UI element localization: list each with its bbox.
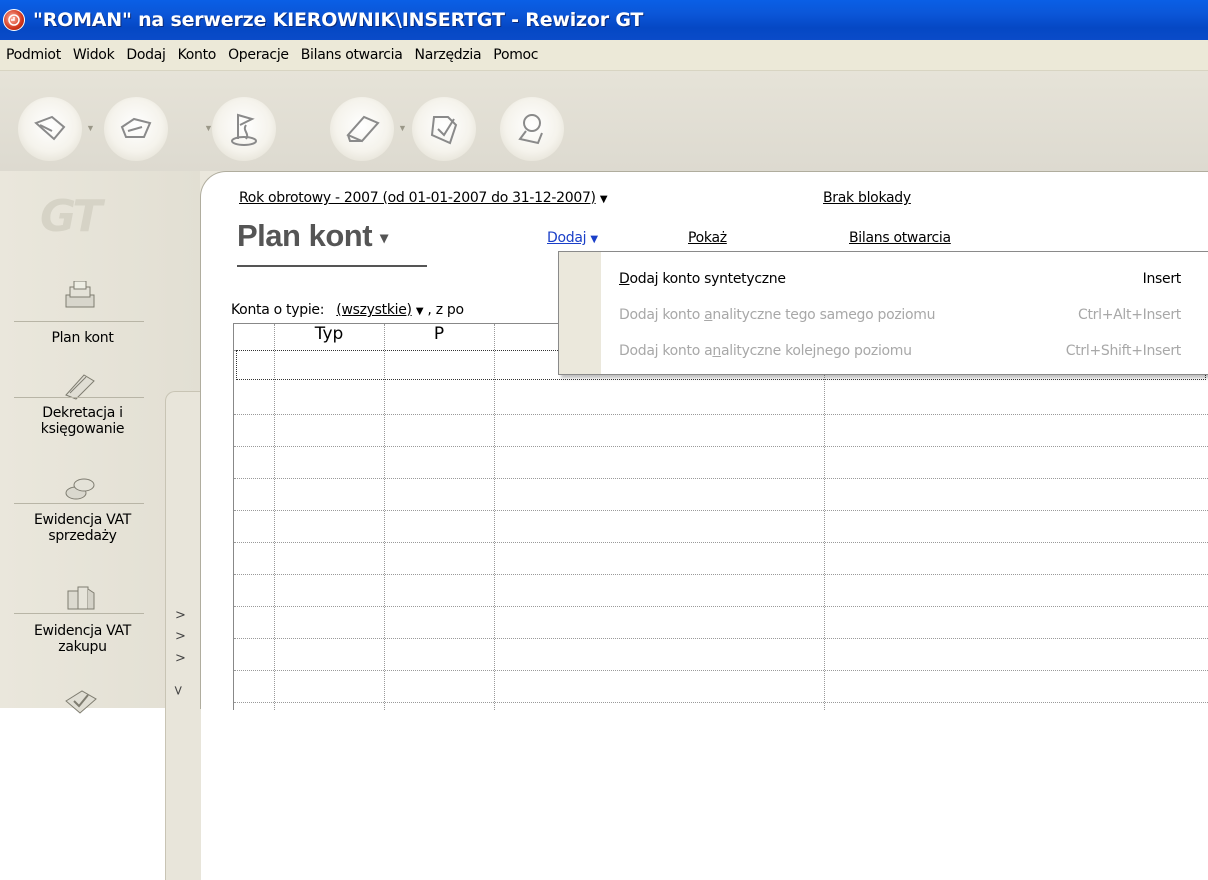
expand-chevron-icon[interactable]: > (175, 608, 186, 623)
fiscal-year-selector[interactable]: Rok obrotowy - 2007 (od 01-01-2007 do 31… (239, 190, 608, 206)
show-link[interactable]: Pokaż (688, 230, 727, 246)
menu-item-shortcut: Ctrl+Alt+Insert (1078, 307, 1181, 323)
grid-line (384, 324, 385, 710)
expand-chevron-icon[interactable]: > (175, 651, 186, 666)
column-header-typ[interactable]: Typ (274, 324, 384, 350)
menu-item-label: Dodaj konto analityczne tego samego pozi… (619, 307, 936, 323)
lock-status-link[interactable]: Brak blokady (823, 190, 911, 206)
grid-line (234, 638, 1208, 639)
chevron-down-icon[interactable]: ▼ (416, 306, 424, 317)
menu-item-label: Dodaj konto syntetyczne (619, 271, 786, 287)
sidebar-item-vat-zakupu[interactable]: Ewidencja VAT zakupu (0, 623, 165, 655)
menu-narzedzia[interactable]: Narzędzia (409, 47, 488, 63)
check-icon (65, 690, 97, 714)
sidebar-item-label: sprzedaży (48, 528, 117, 544)
sidebar-item-label: Dekretacja i (42, 405, 123, 421)
chevron-down-icon[interactable]: ▼ (600, 194, 608, 205)
page-title[interactable]: Plan kont ▾ (237, 218, 388, 254)
grid-line (824, 324, 825, 710)
toolbar: ▼ ▼ ▼ (0, 71, 1208, 171)
grid-line (234, 574, 1208, 575)
menu-dodaj[interactable]: Dodaj (120, 47, 171, 63)
fiscal-year-link[interactable]: Rok obrotowy - 2007 (od 01-01-2007 do 31… (239, 190, 596, 206)
accounts-table[interactable]: Typ P (233, 323, 1208, 710)
stamp-button[interactable] (500, 97, 564, 161)
column-header-p[interactable]: P (384, 324, 494, 350)
grid-line (234, 446, 1208, 447)
arrow-left-icon (34, 115, 66, 141)
flag-button[interactable] (212, 97, 276, 161)
sidebar-item-label: zakupu (58, 639, 107, 655)
filter-suffix: , z po (427, 302, 464, 318)
grid-line (274, 324, 275, 710)
approve-button[interactable] (412, 97, 476, 161)
grid-line (494, 324, 495, 710)
ledger-stack-icon (65, 281, 95, 308)
opening-balance-link[interactable]: Bilans otwarcia (849, 230, 951, 246)
back-dropdown-caret[interactable]: ▼ (86, 123, 95, 133)
sidebar-item-vat-sprzedazy[interactable]: Ewidencja VAT sprzedaży (0, 512, 165, 544)
expand-chevron-icon[interactable]: > (175, 629, 186, 644)
menu-operacje[interactable]: Operacje (222, 47, 295, 63)
chevron-down-icon[interactable]: ▾ (380, 230, 388, 247)
menu-widok[interactable]: Widok (67, 47, 121, 63)
expand-chevron-icon[interactable]: > (170, 685, 185, 696)
sidebar-separator (14, 613, 144, 614)
menu-item-label: Dodaj konto analityczne kolejnego poziom… (619, 343, 912, 359)
menu-item-shortcut: Insert (1142, 271, 1182, 287)
sidebar-item-label: księgowanie (40, 421, 125, 437)
add-dropdown-menu: Dodaj konto syntetyczne Insert Dodaj kon… (558, 251, 1208, 375)
sidebar-separator (14, 397, 144, 398)
eraser-dropdown-caret[interactable]: ▼ (398, 123, 407, 133)
page-title-text: Plan kont (237, 218, 373, 253)
grid-line (234, 670, 1208, 671)
grid-line (234, 510, 1208, 511)
coins-icon (65, 478, 95, 500)
sidebar: GT Plan kont Dekretacja i księgowanie Ew… (0, 171, 201, 880)
add-link[interactable]: Dodaj (547, 230, 587, 246)
books-icon (67, 586, 95, 610)
menu-pomoc[interactable]: Pomoc (487, 47, 544, 63)
eraser-icon (346, 115, 380, 143)
sidebar-item-label: Ewidencja VAT (34, 512, 131, 528)
sidebar-item-dekretacja[interactable]: Dekretacja i księgowanie (0, 405, 165, 437)
menu-item-add-analytic-same-level: Dodaj konto analityczne tego samego pozi… (619, 300, 1199, 330)
menu-konto[interactable]: Konto (172, 47, 222, 63)
menu-item-add-analytic-next-level: Dodaj konto analityczne kolejnego poziom… (619, 336, 1199, 366)
stamp-icon (518, 114, 543, 145)
grid-line (234, 606, 1208, 607)
gt-logo: GT (40, 191, 102, 242)
menu-item-add-synthetic[interactable]: Dodaj konto syntetyczne Insert (619, 264, 1199, 294)
arrow-right-icon (120, 117, 152, 138)
window-title: "ROMAN" na serwerze KIEROWNIK\INSERTGT -… (33, 9, 644, 31)
title-underline (237, 265, 427, 267)
check-doc-icon (430, 116, 458, 145)
forward-button[interactable] (104, 97, 168, 161)
menu-podmiot[interactable]: Podmiot (0, 47, 67, 63)
filter-label: Konta o typie: (231, 302, 325, 318)
sidebar-item-label: Ewidencja VAT (34, 623, 131, 639)
flag-icon (231, 113, 257, 146)
add-action[interactable]: Dodaj ▼ (547, 230, 598, 246)
sidebar-separator (14, 503, 144, 504)
sidebar-item-plan-kont[interactable]: Plan kont (0, 330, 165, 346)
grid-line (234, 702, 1208, 703)
grid-line (234, 414, 1208, 415)
title-bar: "ROMAN" na serwerze KIEROWNIK\INSERTGT -… (0, 0, 1208, 40)
eraser-button[interactable] (330, 97, 394, 161)
back-button[interactable] (18, 97, 82, 161)
filter-row: Konta o typie: (wszystkie) ▼ , z po (231, 302, 464, 318)
app-icon[interactable] (3, 9, 25, 31)
chevron-down-icon[interactable]: ▼ (590, 234, 598, 245)
grid-line (234, 542, 1208, 543)
menu-gutter (559, 252, 601, 374)
menu-item-shortcut: Ctrl+Shift+Insert (1065, 343, 1182, 359)
grid-line (234, 478, 1208, 479)
menu-bilans-otwarcia[interactable]: Bilans otwarcia (295, 47, 409, 63)
filter-type-link[interactable]: (wszystkie) (336, 302, 412, 318)
sidebar-separator (14, 321, 144, 322)
menu-bar: Podmiot Widok Dodaj Konto Operacje Bilan… (0, 40, 1208, 71)
